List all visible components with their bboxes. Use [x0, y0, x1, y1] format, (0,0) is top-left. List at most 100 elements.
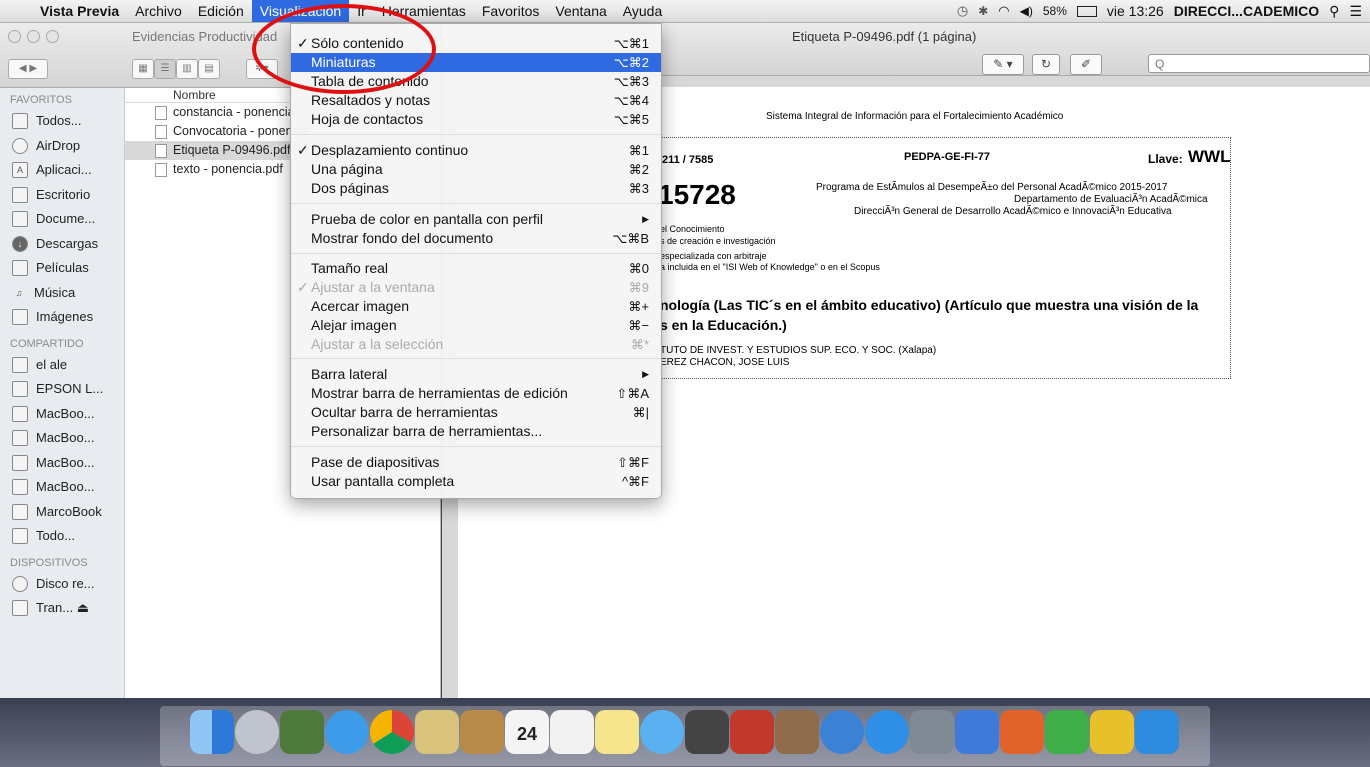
clock[interactable]: vie 13:26	[1107, 3, 1164, 19]
reminders-icon[interactable]	[550, 710, 594, 754]
sidebar-item-descargas[interactable]: ↓ Descargas	[0, 232, 124, 257]
menu-item-prueba-color[interactable]: Prueba de color en pantalla con perfil ▶	[291, 210, 661, 229]
sidebar-item-imagenes[interactable]: Imágenes	[0, 305, 124, 330]
sidebar-item-documentos[interactable]: Docume...	[0, 207, 124, 232]
menu-item-tamano-real[interactable]: Tamaño real ⌘0	[291, 259, 661, 278]
sidebar-item-macbook-1[interactable]: MacBoo...	[0, 402, 124, 427]
menu-item-personalizar[interactable]: Personalizar barra de herramientas...	[291, 422, 661, 441]
back-forward-buttons[interactable]: ◀ ▶	[8, 59, 48, 79]
photobooth-icon[interactable]	[730, 710, 774, 754]
itunes-icon[interactable]	[820, 710, 864, 754]
menu-item-dos-paginas[interactable]: Dos páginas ⌘3	[291, 179, 661, 198]
doc-line-4: a incluida en el "ISI Web of Knowledge" …	[660, 262, 880, 272]
doc-title-line-2: s en la Educación.)	[660, 317, 787, 333]
finder-icon[interactable]	[190, 710, 234, 754]
sidebar-item-disco-remoto[interactable]: Disco re...	[0, 572, 124, 597]
movies-icon	[12, 260, 28, 277]
chrome-icon[interactable]	[370, 710, 414, 754]
laptop-icon	[12, 405, 28, 422]
sidebar-item-escritorio[interactable]: Escritorio	[0, 183, 124, 208]
menu-item-mostrar-edicion[interactable]: Mostrar barra de herramientas de edición…	[291, 384, 661, 403]
sidebar-item-musica[interactable]: ♫ Música	[0, 281, 124, 306]
doc-author: EREZ CHACON, JOSE LUIS	[660, 357, 790, 368]
app-icon[interactable]	[280, 710, 324, 754]
menu-ventana[interactable]: Ventana	[547, 0, 614, 22]
coverflow-view-button[interactable]: ▤	[198, 59, 220, 79]
notes-icon[interactable]	[595, 710, 639, 754]
onenote-icon[interactable]	[1090, 710, 1134, 754]
notification-center-icon[interactable]: ☰	[1349, 3, 1362, 20]
launchpad-icon[interactable]	[235, 710, 279, 754]
edit-toolbar-button[interactable]: ✐	[1070, 54, 1102, 75]
computer-icon	[12, 356, 28, 373]
bluetooth-icon[interactable]: ✱	[978, 4, 988, 18]
doc-line-2: s de creación e investigación	[660, 236, 776, 246]
sidebar-item-todos[interactable]: Todos...	[0, 109, 124, 134]
menu-app-name[interactable]: Vista Previa	[32, 0, 127, 22]
menu-edicion[interactable]: Edición	[190, 0, 252, 22]
minimize-button[interactable]	[27, 30, 40, 43]
list-view-button[interactable]: ☰	[154, 59, 176, 79]
user-name[interactable]: DIRECCI...CADEMICO	[1174, 3, 1319, 19]
column-view-button[interactable]: ▥	[176, 59, 198, 79]
search-input[interactable]: Q	[1148, 54, 1370, 73]
menu-item-ajustar-seleccion[interactable]: Ajustar a la selección ⌘*	[291, 335, 661, 354]
settings-icon[interactable]	[910, 710, 954, 754]
menu-item-ajustar-ventana[interactable]: ✓ Ajustar a la ventana ⌘9	[291, 278, 661, 297]
sidebar-item-epson[interactable]: EPSON L...	[0, 377, 124, 402]
icon-view-button[interactable]: ▦	[132, 59, 154, 79]
menu-item-mostrar-fondo[interactable]: Mostrar fondo del documento ⌥⌘B	[291, 229, 661, 248]
excel-icon[interactable]	[1045, 710, 1089, 754]
menu-item-acercar[interactable]: Acercar imagen ⌘+	[291, 297, 661, 316]
menu-item-una-pagina[interactable]: Una página ⌘2	[291, 160, 661, 179]
annotate-button[interactable]: ✎ ▾	[982, 54, 1024, 75]
sidebar-item-todo[interactable]: Todo...	[0, 524, 124, 549]
appstore-icon[interactable]	[865, 710, 909, 754]
sidebar-item-macbook-3[interactable]: MacBoo...	[0, 451, 124, 476]
devices-heading: DISPOSITIVOS	[10, 556, 88, 569]
messages-icon[interactable]	[640, 710, 684, 754]
sidebar-item-macbook-2[interactable]: MacBoo...	[0, 426, 124, 451]
sidebar-item-aplicaciones[interactable]: A Aplicaci...	[0, 158, 124, 183]
calendar-icon[interactable]: 24	[505, 710, 549, 754]
airdrop-icon	[12, 137, 28, 154]
sidebar-item-transcend[interactable]: Tran... ⏏	[0, 596, 124, 621]
word-icon[interactable]	[955, 710, 999, 754]
menu-item-diapositivas[interactable]: Pase de diapositivas ⇧⌘F	[291, 453, 661, 472]
menu-item-desplazamiento[interactable]: ✓ Desplazamiento continuo ⌘1	[291, 141, 661, 160]
lync-icon[interactable]	[1135, 710, 1179, 754]
safari-icon[interactable]	[325, 710, 369, 754]
spotlight-icon[interactable]: ⚲	[1329, 3, 1339, 20]
shared-heading: COMPARTIDO	[10, 337, 84, 350]
checkmark-icon: ✓	[297, 142, 309, 158]
menu-item-hoja-contactos[interactable]: Hoja de contactos ⌥⌘5	[291, 110, 661, 129]
menu-favoritos[interactable]: Favoritos	[474, 0, 548, 22]
menu-archivo[interactable]: Archivo	[127, 0, 190, 22]
iphoto-icon[interactable]	[775, 710, 819, 754]
laptop-icon	[12, 430, 28, 447]
calendar-day: 24	[516, 724, 538, 744]
sidebar-item-airdrop[interactable]: AirDrop	[0, 134, 124, 159]
battery-percent[interactable]: 58%	[1043, 4, 1067, 18]
preview-title: Etiqueta P-09496.pdf (1 página)	[792, 29, 977, 44]
zoom-button[interactable]	[46, 30, 59, 43]
sidebar-item-el-ale[interactable]: el ale	[0, 353, 124, 378]
close-button[interactable]	[8, 30, 21, 43]
time-machine-icon[interactable]: ◷	[957, 3, 968, 19]
menu-separator	[291, 446, 661, 447]
preview-icon[interactable]	[415, 710, 459, 754]
menu-ayuda[interactable]: Ayuda	[615, 0, 670, 22]
sidebar-item-macbook-4[interactable]: MacBoo...	[0, 475, 124, 500]
powerpoint-icon[interactable]	[1000, 710, 1044, 754]
menu-item-ocultar-barra[interactable]: Ocultar barra de herramientas ⌘|	[291, 403, 661, 422]
menu-item-alejar[interactable]: Alejar imagen ⌘−	[291, 316, 661, 335]
sidebar-item-marcobook[interactable]: MarcoBook	[0, 500, 124, 525]
menu-item-barra-lateral[interactable]: Barra lateral ▶	[291, 365, 661, 384]
wifi-icon[interactable]: ◠	[998, 3, 1009, 19]
sidebar-item-peliculas[interactable]: Películas	[0, 256, 124, 281]
contacts-icon[interactable]	[460, 710, 504, 754]
volume-icon[interactable]: ◀)	[1020, 4, 1033, 18]
menu-item-pantalla-completa[interactable]: Usar pantalla completa ^⌘F	[291, 472, 661, 491]
rotate-button[interactable]: ↻	[1032, 54, 1060, 75]
facetime-icon[interactable]	[685, 710, 729, 754]
